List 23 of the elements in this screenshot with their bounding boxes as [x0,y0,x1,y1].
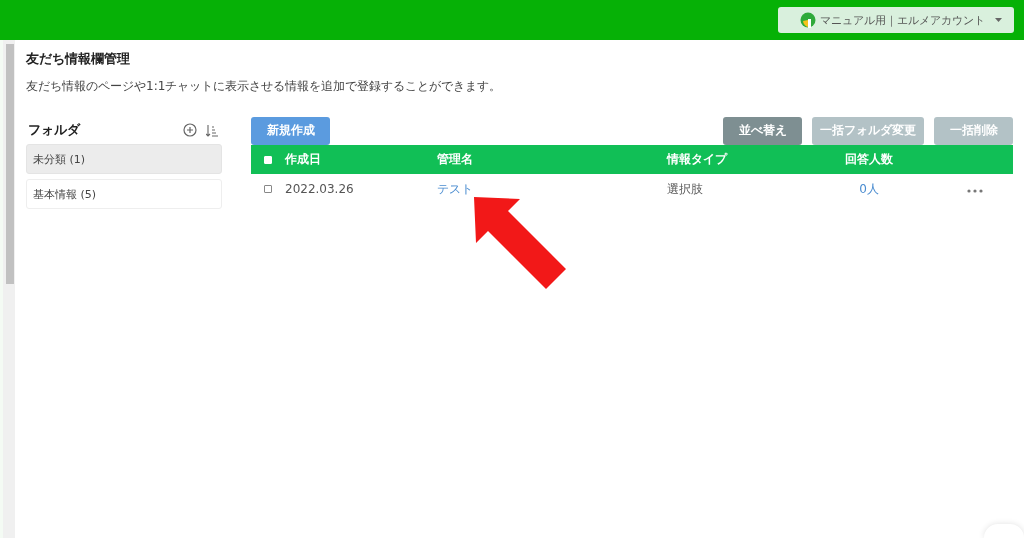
date-cell: 2022.03.26 [285,182,354,196]
type-cell: 選択肢 [667,181,703,196]
caret-icon [995,18,1002,22]
page-title: 友だち情報欄管理 [26,50,131,68]
toolbar-button[interactable]: 並べ替え [723,116,802,145]
column-header: 管理名 [437,152,473,166]
folder-title: フォルダ [28,121,82,139]
page-description: 友だち情報のページや1:1チャットに表示させる情報を追加で登録することができます。 [26,78,503,95]
create-button[interactable]: 新規作成 [251,116,330,145]
folder-item[interactable]: 基本情報 (5) [26,179,222,209]
name-link[interactable]: テスト [437,181,473,196]
folder-item[interactable]: 未分類 (1) [26,144,222,174]
column-header: 情報タイプ [667,152,727,166]
account-avatar-icon [800,12,816,28]
account-menu[interactable]: マニュアル用｜エルメアカウント [778,7,1014,33]
row-checkbox[interactable] [264,185,272,193]
more-icon[interactable] [967,189,983,193]
column-header: 回答人数 [845,152,893,166]
column-header: 作成日 [285,152,321,166]
select-all-checkbox[interactable] [264,155,272,164]
add-icon[interactable] [183,123,197,137]
sort-icon[interactable] [206,123,218,137]
respondents-link[interactable]: 0人 [859,181,879,196]
